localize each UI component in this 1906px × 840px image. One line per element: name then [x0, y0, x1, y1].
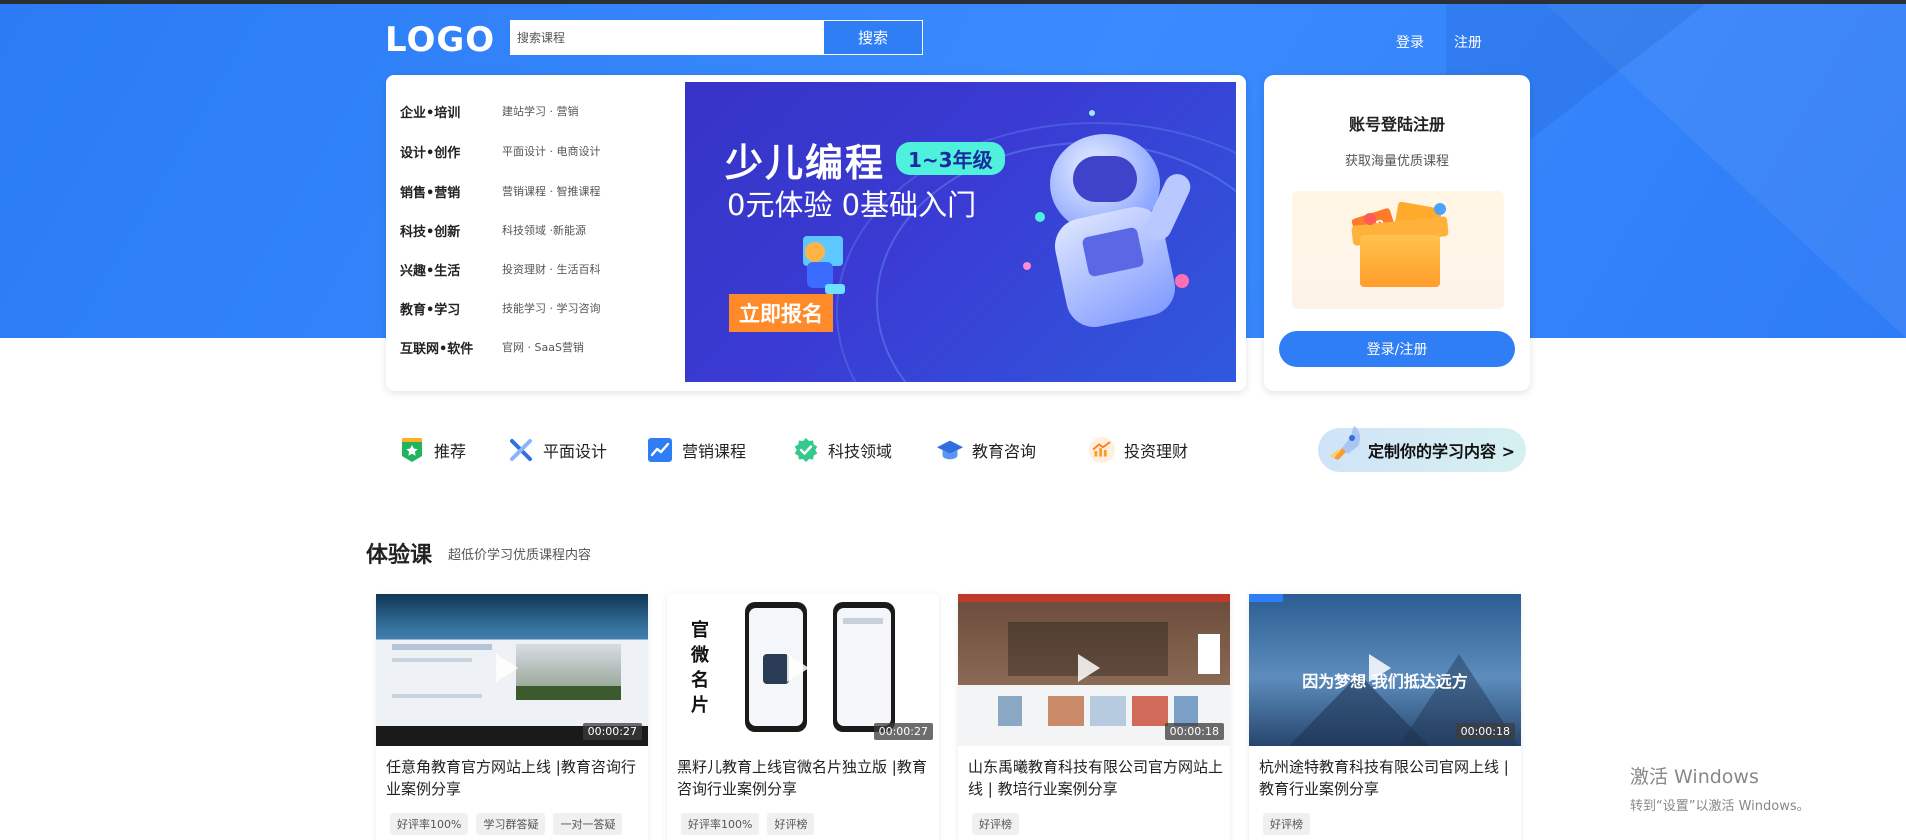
category-item[interactable]: 教育•学习 技能学习 · 学习咨询	[400, 298, 601, 318]
kid-coder-illustration	[803, 236, 845, 294]
course-tag: 好评榜	[767, 813, 815, 835]
thumbnail-caption: 官微名片	[691, 620, 709, 716]
category-sub-label[interactable]: 官网 · SaaS营销	[502, 339, 584, 355]
customize-label: 定制你的学习内容 >	[1368, 442, 1515, 461]
vip-gift-illustration: VIP	[1292, 191, 1504, 309]
login-card-title: 账号登陆注册	[1348, 115, 1445, 134]
site-logo[interactable]: LOGO	[385, 20, 495, 60]
quick-nav-label: 平面设计	[543, 442, 608, 461]
quick-nav-recommend[interactable]: 推荐	[398, 432, 507, 468]
video-duration: 00:00:18	[1164, 723, 1224, 740]
star-shield-icon	[398, 436, 426, 464]
promo-banner[interactable]: 少儿编程 1~3年级 0元体验 0基础入门 立即报名	[685, 82, 1236, 382]
banner-signup-button[interactable]: 立即报名	[729, 294, 833, 332]
register-link[interactable]: 注册	[1454, 32, 1482, 52]
category-sub-label[interactable]: 营销课程 · 智推课程	[502, 183, 601, 199]
design-cross-icon	[507, 436, 535, 464]
login-card-subtitle: 获取海量优质课程	[1344, 154, 1449, 169]
watermark-line1: 激活 Windows	[1630, 766, 1759, 788]
course-card[interactable]: 官微名片 00:00:27 黑籽儿教育上线官微名片独立版 |教育咨询行业案例分享…	[667, 594, 939, 840]
video-duration: 00:00:27	[582, 723, 642, 740]
search-input[interactable]	[511, 21, 823, 54]
login-register-button[interactable]: 登录/注册	[1279, 331, 1515, 367]
course-title[interactable]: 杭州途特教育科技有限公司官网上线 | 教育行业案例分享	[1259, 756, 1515, 800]
check-badge-icon	[792, 436, 820, 464]
course-tags: 好评率100% 学习群答疑 一对一答疑	[390, 813, 623, 835]
banner-title: 少儿编程	[725, 141, 886, 185]
course-tag: 好评率100%	[681, 813, 760, 835]
trend-chart-icon	[646, 436, 674, 464]
rocket-icon	[1330, 426, 1361, 460]
category-item[interactable]: 互联网•软件 官网 · SaaS营销	[400, 337, 584, 357]
course-tags: 好评率100% 好评榜	[681, 813, 815, 835]
quick-nav-label: 教育咨询	[972, 442, 1037, 461]
video-duration: 00:00:27	[873, 723, 933, 740]
login-link[interactable]: 登录	[1396, 32, 1424, 52]
quick-nav-label: 投资理财	[1124, 442, 1189, 461]
quick-nav-marketing[interactable]: 营销课程	[646, 432, 792, 468]
category-item[interactable]: 科技•创新 科技领域 ·新能源	[400, 220, 586, 240]
course-tag: 好评榜	[1263, 813, 1310, 835]
category-main-label[interactable]: 科技•创新	[400, 221, 502, 240]
play-icon[interactable]	[496, 654, 518, 682]
course-tag: 好评榜	[972, 813, 1019, 835]
category-item[interactable]: 企业•培训 建站学习 · 营销	[400, 101, 579, 121]
quick-nav-label: 营销课程	[682, 442, 747, 461]
investment-chart-icon	[1088, 436, 1116, 464]
watermark-line2: 转到“设置”以激活 Windows。	[1630, 799, 1810, 814]
course-title[interactable]: 山东禹曦教育科技有限公司官方网站上线 | 教培行业案例分享	[968, 756, 1224, 800]
category-sub-label[interactable]: 建站学习 · 营销	[502, 103, 579, 119]
category-main-label[interactable]: 教育•学习	[400, 299, 502, 318]
banner-grade-badge: 1~3年级	[896, 142, 1005, 175]
category-main-label[interactable]: 企业•培训	[400, 102, 502, 121]
course-title[interactable]: 黑籽儿教育上线官微名片独立版 |教育咨询行业案例分享	[677, 756, 933, 800]
quick-nav-graphic-design[interactable]: 平面设计	[507, 432, 646, 468]
course-thumbnail[interactable]: 官微名片 00:00:27	[667, 594, 939, 746]
category-sub-label[interactable]: 平面设计 · 电商设计	[502, 143, 601, 159]
quick-nav-investment[interactable]: 投资理财	[1088, 432, 1218, 468]
login-card: 账号登陆注册 获取海量优质课程 VIP 登录/注册	[1264, 75, 1530, 391]
course-thumbnail[interactable]: 00:00:27	[376, 594, 648, 746]
quick-nav: 推荐 平面设计 营销课程 科技领域 教育咨询 投资理财	[398, 432, 1218, 468]
course-tag: 学习群答疑	[476, 813, 546, 835]
category-main-label[interactable]: 销售•营销	[400, 182, 502, 201]
course-tags: 好评榜	[972, 813, 1019, 835]
play-icon[interactable]	[1078, 654, 1100, 682]
category-sub-label[interactable]: 技能学习 · 学习咨询	[502, 300, 601, 316]
category-main-label[interactable]: 设计•创作	[400, 142, 502, 161]
banner-subtitle: 0元体验 0基础入门	[727, 188, 977, 222]
category-item[interactable]: 兴趣•生活 投资理财 · 生活百科	[400, 259, 601, 279]
play-icon[interactable]	[787, 654, 809, 682]
category-sub-label[interactable]: 科技领域 ·新能源	[502, 222, 586, 238]
course-card[interactable]: 00:00:18 山东禹曦教育科技有限公司官方网站上线 | 教培行业案例分享 好…	[958, 594, 1230, 840]
category-item[interactable]: 销售•营销 营销课程 · 智推课程	[400, 181, 601, 201]
category-item[interactable]: 设计•创作 平面设计 · 电商设计	[400, 141, 601, 161]
course-card[interactable]: 00:00:27 任意角教育官方网站上线 |教育咨询行业案例分享 好评率100%…	[376, 594, 648, 840]
section-title: 体验课	[366, 543, 433, 568]
customize-learning-button[interactable]: 定制你的学习内容 >	[1318, 426, 1526, 472]
section-subtitle: 超低价学习优质课程内容	[448, 548, 592, 563]
course-card[interactable]: 因为梦想 我们抵达远方 00:00:18 杭州途特教育科技有限公司官网上线 | …	[1249, 594, 1521, 840]
category-sub-label[interactable]: 投资理财 · 生活百科	[502, 261, 601, 277]
search-button[interactable]: 搜索	[823, 21, 922, 54]
quick-nav-education[interactable]: 教育咨询	[936, 432, 1088, 468]
graduation-cap-icon	[936, 436, 964, 464]
category-main-label[interactable]: 互联网•软件	[400, 338, 502, 357]
quick-nav-label: 推荐	[434, 442, 467, 461]
video-duration: 00:00:18	[1455, 723, 1515, 740]
course-thumbnail[interactable]: 00:00:18	[958, 594, 1230, 746]
search-bar: 搜索	[510, 20, 923, 55]
course-tag: 好评率100%	[390, 813, 469, 835]
category-main-label[interactable]: 兴趣•生活	[400, 260, 502, 279]
windows-activation-watermark: 激活 Windows 转到“设置”以激活 Windows。	[1630, 762, 1810, 814]
course-tags: 好评榜	[1263, 813, 1310, 835]
course-tag: 一对一答疑	[553, 813, 623, 835]
course-title[interactable]: 任意角教育官方网站上线 |教育咨询行业案例分享	[386, 756, 642, 800]
quick-nav-label: 科技领域	[828, 442, 893, 461]
play-icon[interactable]	[1369, 654, 1391, 682]
quick-nav-technology[interactable]: 科技领域	[792, 432, 936, 468]
course-thumbnail[interactable]: 因为梦想 我们抵达远方 00:00:18	[1249, 594, 1521, 746]
